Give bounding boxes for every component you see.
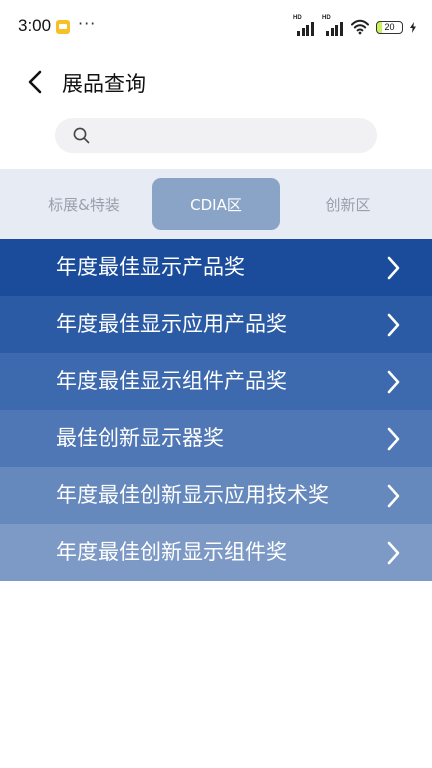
award-label: 最佳创新显示器奖 [56,426,224,450]
sim1-hd-label: HD [293,15,302,21]
award-item[interactable]: 最佳创新显示器奖 [0,410,432,467]
award-item[interactable]: 年度最佳创新显示应用技术奖 [0,467,432,524]
signal-icon: HD [322,15,344,36]
status-time: 3:00 [18,16,52,35]
search-bar[interactable] [55,118,377,153]
chevron-right-icon [387,256,400,280]
status-indicators: HD HD 20 [293,15,416,37]
award-label: 年度最佳创新显示组件奖 [56,540,287,564]
chevron-right-icon [387,541,400,565]
award-label: 年度最佳创新显示应用技术奖 [56,483,329,507]
notes-app-icon [56,20,70,34]
award-label: 年度最佳显示产品奖 [56,255,245,279]
sim2-hd-label: HD [322,15,331,21]
tab-innovation[interactable]: 创新区 [284,178,412,230]
page-title: 展品查询 [62,72,146,96]
award-label: 年度最佳显示应用产品奖 [56,312,287,336]
chevron-right-icon [387,370,400,394]
charging-bolt-icon [410,21,416,33]
status-bar: 3:00 ··· HD HD 20 [0,0,432,52]
award-item[interactable]: 年度最佳创新显示组件奖 [0,524,432,581]
zone-tabs: 标展&特装 CDIA区 创新区 [0,169,432,239]
award-list: 年度最佳显示产品奖 年度最佳显示应用产品奖 年度最佳显示组件产品奖 最佳创新显示… [0,239,432,581]
more-notifications-icon: ··· [78,14,97,33]
signal-icon: HD [293,15,315,36]
chevron-right-icon [387,313,400,337]
chevron-left-icon[interactable] [24,68,46,96]
chevron-right-icon [387,427,400,451]
header: 展品查询 [0,52,432,112]
award-item[interactable]: 年度最佳显示组件产品奖 [0,353,432,410]
search-icon [73,127,90,144]
wifi-icon [351,19,369,35]
tab-cdia[interactable]: CDIA区 [152,178,280,230]
battery-icon: 20 [376,20,403,34]
tab-standard-special[interactable]: 标展&特装 [20,178,148,230]
battery-level: 20 [384,21,395,32]
chevron-right-icon [387,484,400,508]
award-item[interactable]: 年度最佳显示产品奖 [0,239,432,296]
award-label: 年度最佳显示组件产品奖 [56,369,287,393]
award-item[interactable]: 年度最佳显示应用产品奖 [0,296,432,353]
search-input[interactable] [99,118,363,153]
